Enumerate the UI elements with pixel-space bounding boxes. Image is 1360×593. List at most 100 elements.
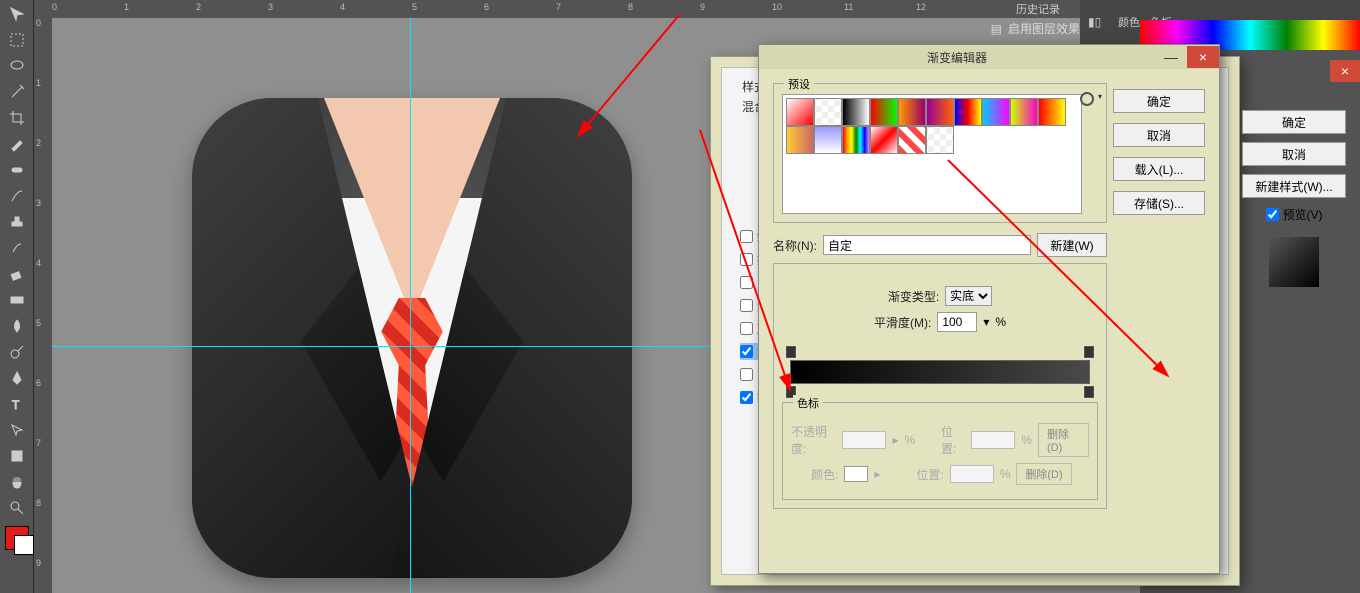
colors-tab[interactable]: 颜色 [1118,14,1140,30]
dropdown-icon[interactable]: ▾ [983,315,989,329]
toolbox: T [0,0,34,593]
preview-checkbox-input[interactable] [1266,208,1279,221]
panel-dock-icon[interactable]: ▮▯ [1088,15,1101,29]
move-tool[interactable] [5,2,29,26]
gradient-preset[interactable] [926,126,954,154]
new-gradient-button[interactable]: 新建(W) [1037,233,1107,257]
gradient-preset[interactable] [898,126,926,154]
opacity-label: 不透明度: [791,423,836,457]
type-label: 渐变类型: [888,288,939,305]
presets-menu-icon[interactable] [1080,92,1094,106]
dodge-tool[interactable] [5,340,29,364]
cancel-button[interactable]: 取消 [1113,123,1205,147]
preview-checkbox[interactable]: 预览(V) [1242,206,1346,223]
close-button[interactable]: × [1330,60,1360,82]
delete-color-stop-button: 删除(D) [1016,463,1071,485]
opacity-unit: % [904,433,915,447]
gradient-preset[interactable] [814,98,842,126]
heal-tool[interactable] [5,158,29,182]
ok-button[interactable]: 确定 [1242,110,1346,134]
gradient-preset[interactable] [870,126,898,154]
minimize-button[interactable]: — [1155,46,1187,68]
gradient-editor-dialog: 渐变编辑器 — × 预设 名称(N): 新建(W) 渐变类型: 实底 平 [758,44,1220,574]
gradient-preset[interactable] [926,98,954,126]
gradient-preset[interactable] [814,126,842,154]
gradient-preset[interactable] [898,98,926,126]
gradient-editor-title: 渐变编辑器 [759,49,1155,66]
smoothness-label: 平滑度(M): [874,314,931,331]
color-stop-right[interactable] [1084,386,1094,398]
pen-tool[interactable] [5,366,29,390]
wand-tool[interactable] [5,80,29,104]
blur-tool[interactable] [5,314,29,338]
marquee-tool[interactable] [5,28,29,52]
gradient-preset[interactable] [1010,98,1038,126]
history-entry[interactable]: ▤ 启用图层效果 [991,20,1080,37]
delete-opacity-stop-button: 删除(D) [1038,423,1089,457]
gradient-preset[interactable] [954,98,982,126]
svg-text:T: T [12,398,20,412]
suit-artwork [192,98,632,578]
save-button[interactable]: 存储(S)... [1113,191,1205,215]
opacity-input [842,431,886,449]
type-select[interactable]: 实底 [945,286,992,306]
gradient-tool[interactable] [5,288,29,312]
zoom-tool[interactable] [5,496,29,520]
gradient-editor-buttons: 确定 取消 载入(L)... 存储(S)... [1113,89,1205,215]
hand-tool[interactable] [5,470,29,494]
gradient-preset[interactable] [786,126,814,154]
history-panel-tab[interactable]: 历史记录 [1016,0,1060,18]
lasso-tool[interactable] [5,54,29,78]
document-icon: ▤ [991,22,1002,36]
history-brush-tool[interactable] [5,236,29,260]
smoothness-input[interactable] [937,312,977,332]
stops-legend: 色标 [793,395,823,411]
shape-tool[interactable] [5,444,29,468]
opacity-stop-left[interactable] [786,346,796,358]
stops-fieldset: 色标 不透明度: ▸ % 位置: % 删除(D) 颜色: ▸ 位置: [782,402,1098,500]
brush-tool[interactable] [5,184,29,208]
layer-style-buttons: 确定 取消 新建样式(W)... 预览(V) [1232,100,1356,303]
guide-vertical[interactable] [410,18,411,593]
foreground-background-color[interactable] [5,526,29,550]
name-row: 名称(N): 新建(W) [773,233,1107,257]
color-label: 颜色: [811,466,838,483]
presets-fieldset: 预设 [773,83,1107,223]
gradient-preview-bar[interactable] [790,360,1090,384]
new-style-button[interactable]: 新建样式(W)... [1242,174,1346,198]
stamp-tool[interactable] [5,210,29,234]
gradient-preset[interactable] [870,98,898,126]
color-well [844,466,868,482]
name-input[interactable] [823,235,1031,255]
gradient-preset[interactable] [1038,98,1066,126]
pos-unit-2: % [1000,467,1011,481]
ruler-vertical: 0123456789 [34,0,52,593]
gradient-preset[interactable] [786,98,814,126]
gradient-preset[interactable] [842,126,870,154]
smoothness-unit: % [995,315,1006,329]
gradient-bar[interactable] [782,342,1098,402]
preset-grid[interactable] [782,94,1082,214]
path-select-tool[interactable] [5,418,29,442]
close-button[interactable]: × [1187,46,1219,68]
type-row: 渐变类型: 实底 [782,286,1098,306]
history-entry-label: 启用图层效果 [1008,20,1080,37]
pos-unit: % [1021,433,1032,447]
style-preview-swatch [1269,237,1319,287]
smoothness-row: 平滑度(M): ▾ % [782,312,1098,332]
gradient-editor-titlebar[interactable]: 渐变编辑器 — × [759,45,1219,69]
cancel-button[interactable]: 取消 [1242,142,1346,166]
eyedropper-tool[interactable] [5,132,29,156]
opacity-stop-right[interactable] [1084,346,1094,358]
eraser-tool[interactable] [5,262,29,286]
preview-label: 预览(V) [1283,206,1323,223]
pos-label-2: 位置: [916,466,943,483]
gradient-preset[interactable] [982,98,1010,126]
gradient-preset[interactable] [842,98,870,126]
crop-tool[interactable] [5,106,29,130]
ok-button[interactable]: 确定 [1113,89,1205,113]
color-stop-row: 颜色: ▸ 位置: % 删除(D) [791,463,1089,485]
type-tool[interactable]: T [5,392,29,416]
gradient-editor-body: 预设 名称(N): 新建(W) 渐变类型: 实底 平滑度(M): ▾ % [759,69,1219,573]
load-button[interactable]: 载入(L)... [1113,157,1205,181]
